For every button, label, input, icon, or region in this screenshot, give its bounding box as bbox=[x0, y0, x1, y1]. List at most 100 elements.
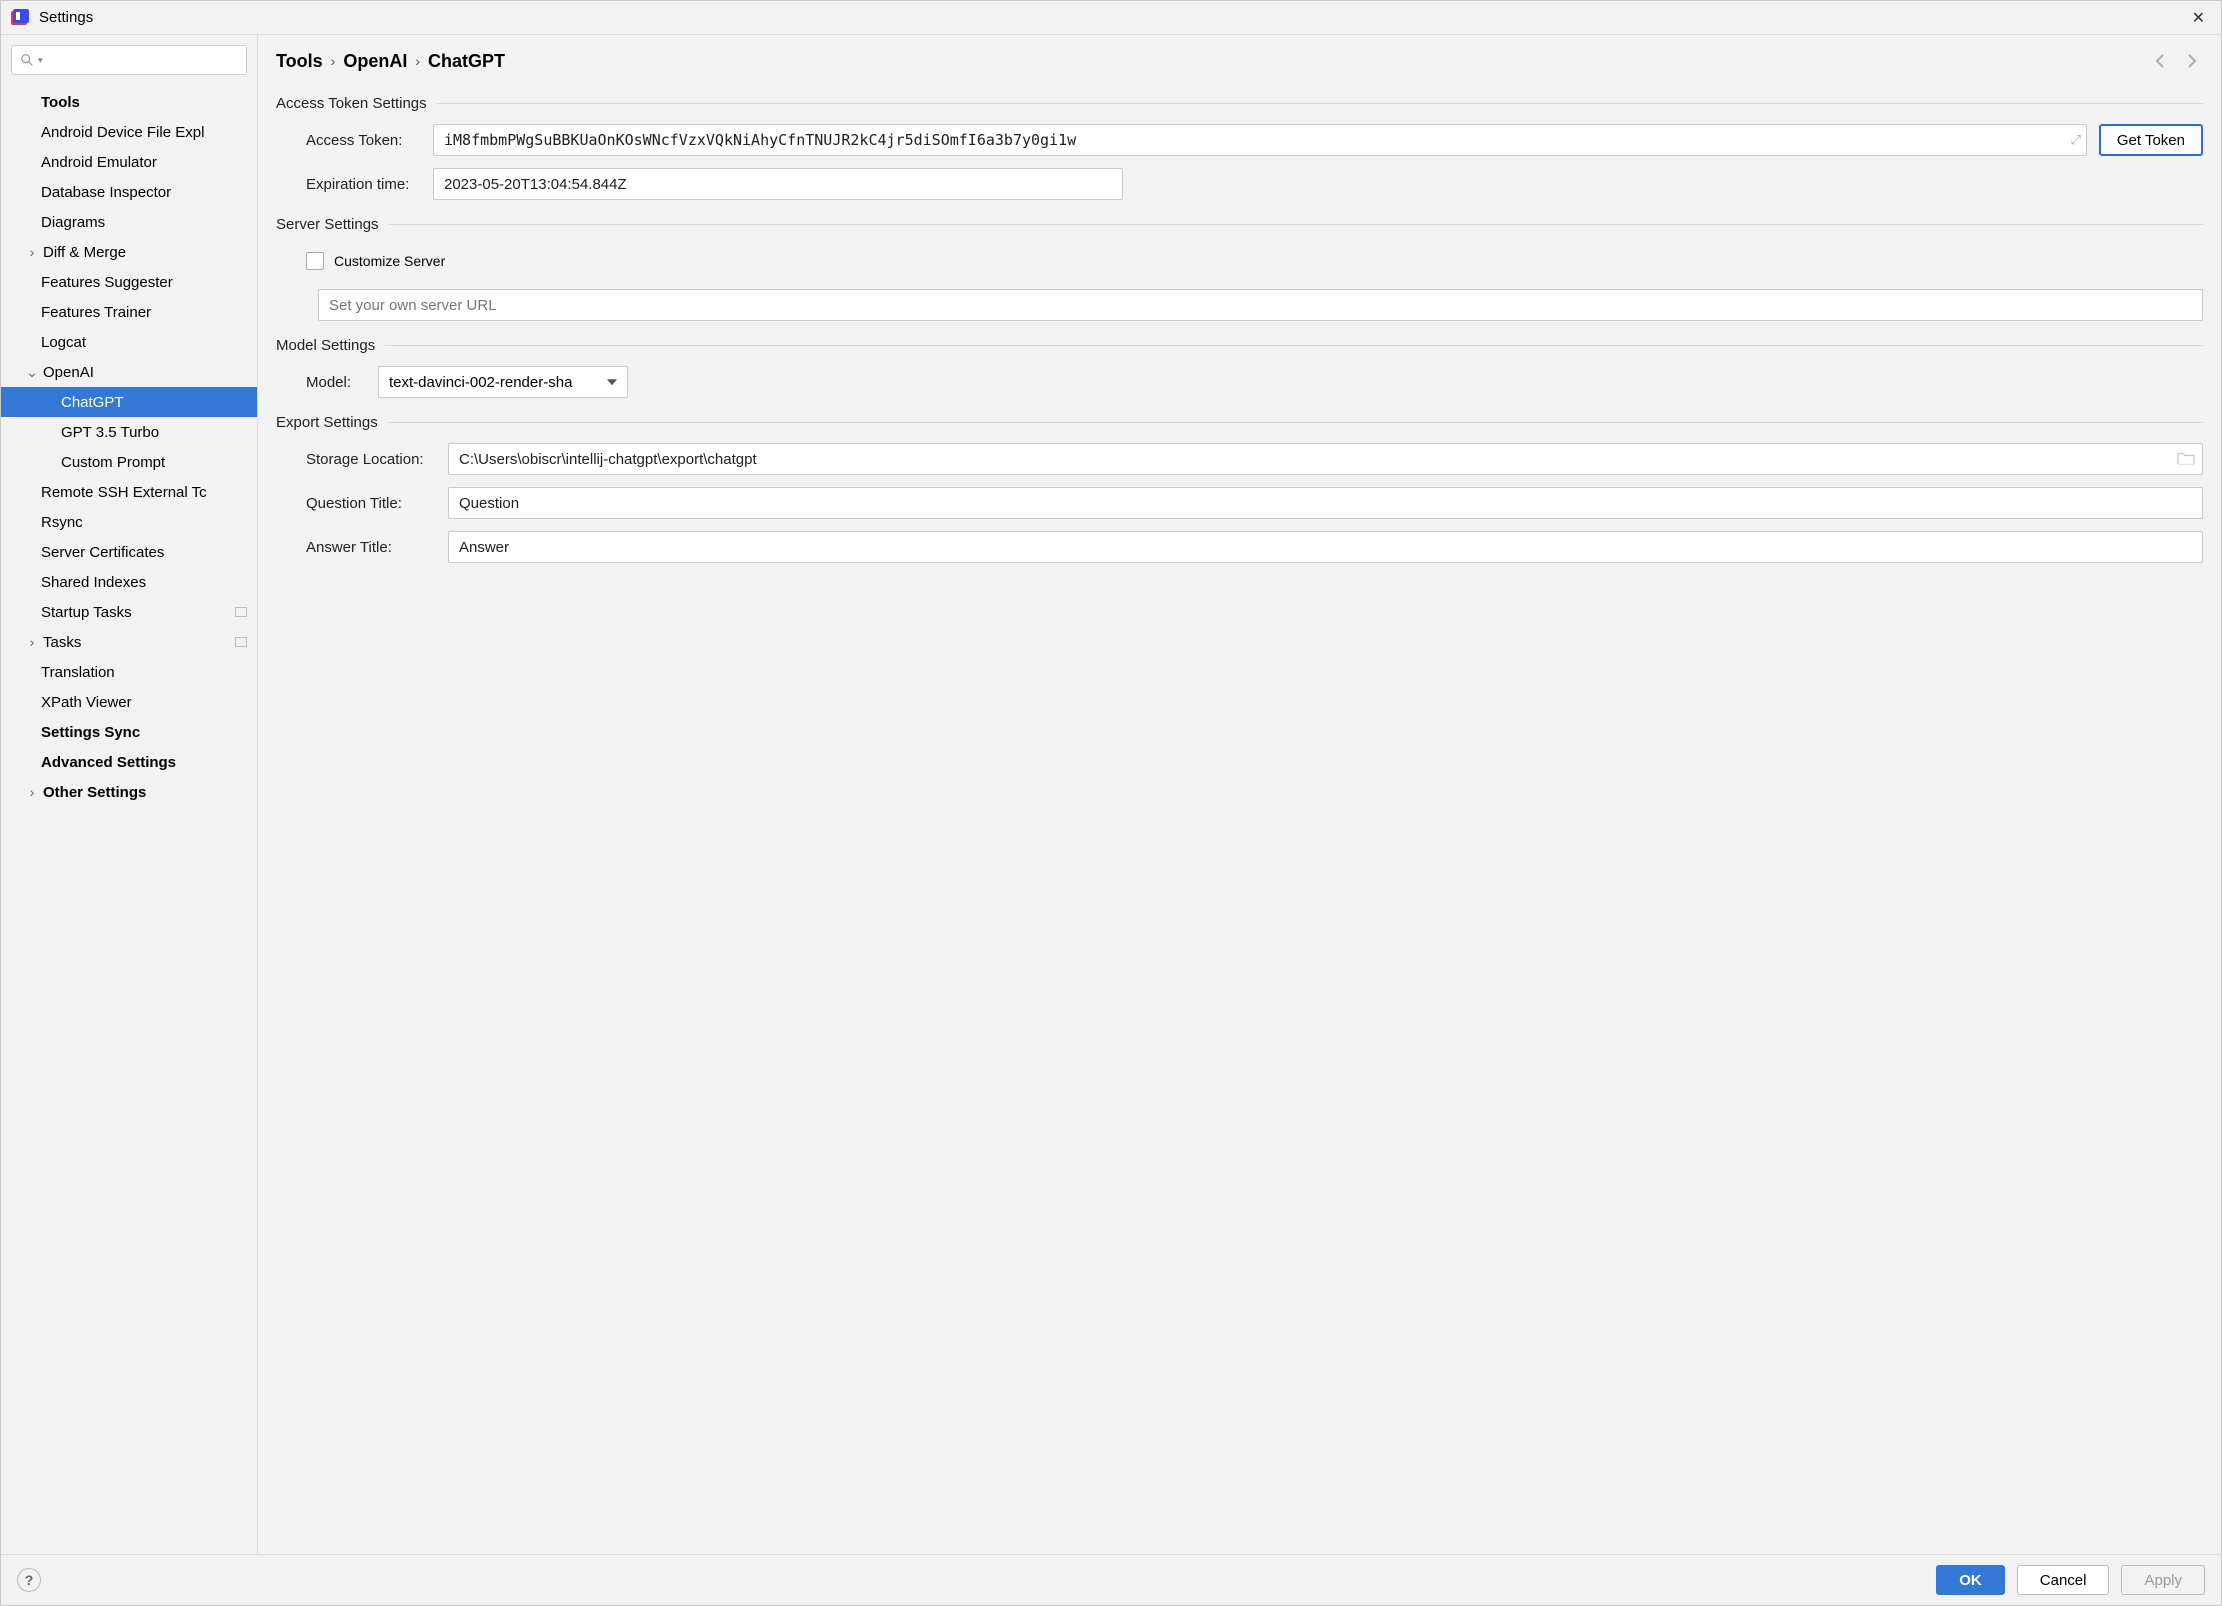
tree-item-label: Settings Sync bbox=[41, 724, 140, 741]
nav-forward-button[interactable] bbox=[2179, 49, 2203, 73]
tree-item[interactable]: Logcat bbox=[1, 327, 257, 357]
tree-item[interactable]: Tools bbox=[1, 87, 257, 117]
close-icon[interactable]: ✕ bbox=[2186, 4, 2211, 32]
get-token-button[interactable]: Get Token bbox=[2099, 124, 2203, 156]
dialog-footer: ? OK Cancel Apply bbox=[1, 1554, 2221, 1605]
chevron-down-icon[interactable]: ⌄ bbox=[25, 364, 39, 381]
model-select[interactable]: text-davinci-002-render-sha bbox=[378, 366, 628, 398]
tree-item[interactable]: Shared Indexes bbox=[1, 567, 257, 597]
project-scope-icon bbox=[235, 637, 247, 647]
tree-item[interactable]: Rsync bbox=[1, 507, 257, 537]
tree-item[interactable]: Custom Prompt bbox=[1, 447, 257, 477]
window-title: Settings bbox=[39, 9, 93, 26]
tree-item-label: Diff & Merge bbox=[43, 244, 126, 261]
tree-item-label: Custom Prompt bbox=[61, 454, 165, 471]
tree-item-label: Database Inspector bbox=[41, 184, 171, 201]
tree-item-label: GPT 3.5 Turbo bbox=[61, 424, 159, 441]
tree-item-label: Features Suggester bbox=[41, 274, 173, 291]
search-dropdown-icon: ▾ bbox=[38, 55, 43, 66]
breadcrumb-item[interactable]: ChatGPT bbox=[428, 51, 505, 72]
cancel-button[interactable]: Cancel bbox=[2017, 1565, 2110, 1595]
tree-item[interactable]: Translation bbox=[1, 657, 257, 687]
question-title-field[interactable] bbox=[448, 487, 2203, 519]
tree-item[interactable]: ›Diff & Merge bbox=[1, 237, 257, 267]
breadcrumb-item[interactable]: OpenAI bbox=[343, 51, 407, 72]
tree-item-label: Rsync bbox=[41, 514, 83, 531]
settings-tree[interactable]: Tools Android Device File Expl Android Emu… bbox=[1, 85, 257, 1554]
tree-item[interactable]: Server Certificates bbox=[1, 537, 257, 567]
expiration-field bbox=[433, 168, 1123, 200]
tree-item[interactable]: GPT 3.5 Turbo bbox=[1, 417, 257, 447]
tree-item-label: Android Emulator bbox=[41, 154, 157, 171]
breadcrumb-separator: › bbox=[415, 53, 420, 69]
tree-item[interactable]: ⌄OpenAI bbox=[1, 357, 257, 387]
tree-item-label: Advanced Settings bbox=[41, 754, 176, 771]
server-url-field bbox=[318, 289, 2203, 321]
main-panel: Tools › OpenAI › ChatGPT Access Token Se… bbox=[258, 35, 2221, 1554]
title-bar: Settings ✕ bbox=[1, 1, 2221, 35]
chevron-right-icon[interactable]: › bbox=[25, 244, 39, 260]
section-title: Export Settings bbox=[276, 414, 378, 431]
question-title-label: Question Title: bbox=[276, 495, 436, 512]
tree-item[interactable]: Settings Sync bbox=[1, 717, 257, 747]
nav-back-button[interactable] bbox=[2149, 49, 2173, 73]
chevron-right-icon[interactable]: › bbox=[25, 784, 39, 800]
folder-icon[interactable] bbox=[2177, 451, 2195, 468]
search-input[interactable]: ▾ bbox=[11, 45, 247, 75]
tree-item-label: Remote SSH External Tc bbox=[41, 484, 207, 501]
tree-item[interactable]: ›Other Settings bbox=[1, 777, 257, 807]
storage-location-field[interactable] bbox=[448, 443, 2203, 475]
answer-title-field[interactable] bbox=[448, 531, 2203, 563]
expiration-label: Expiration time: bbox=[276, 176, 421, 193]
storage-location-label: Storage Location: bbox=[276, 451, 436, 468]
tree-item-label: Logcat bbox=[41, 334, 86, 351]
tree-item-label: OpenAI bbox=[43, 364, 94, 381]
access-token-field[interactable] bbox=[433, 124, 2087, 156]
tree-item[interactable]: XPath Viewer bbox=[1, 687, 257, 717]
section-access-token: Access Token Settings bbox=[276, 95, 2203, 112]
access-token-label: Access Token: bbox=[276, 132, 421, 149]
checkbox-box[interactable] bbox=[306, 252, 324, 270]
tree-item[interactable]: Database Inspector bbox=[1, 177, 257, 207]
chevron-right-icon[interactable]: › bbox=[25, 634, 39, 650]
settings-window: Settings ✕ ▾ Tools Android Device File Ex… bbox=[0, 0, 2222, 1606]
tree-item[interactable]: ›Tasks bbox=[1, 627, 257, 657]
app-icon bbox=[11, 9, 29, 27]
tree-item-label: ChatGPT bbox=[61, 394, 124, 411]
section-title: Access Token Settings bbox=[276, 95, 427, 112]
apply-button: Apply bbox=[2121, 1565, 2205, 1595]
tree-item-label: Features Trainer bbox=[41, 304, 151, 321]
breadcrumb-separator: › bbox=[331, 53, 336, 69]
tree-item-label: Android Device File Expl bbox=[41, 124, 204, 141]
section-server: Server Settings bbox=[276, 216, 2203, 233]
tree-item[interactable]: Android Device File Expl bbox=[1, 117, 257, 147]
tree-item-label: Startup Tasks bbox=[41, 604, 132, 621]
tree-item-label: Other Settings bbox=[43, 784, 146, 801]
tree-item-label: Server Certificates bbox=[41, 544, 164, 561]
tree-item[interactable]: Features Trainer bbox=[1, 297, 257, 327]
section-model: Model Settings bbox=[276, 337, 2203, 354]
project-scope-icon bbox=[235, 607, 247, 617]
tree-item[interactable]: Startup Tasks bbox=[1, 597, 257, 627]
tree-item-label: Tools bbox=[41, 94, 80, 111]
tree-item[interactable]: Remote SSH External Tc bbox=[1, 477, 257, 507]
model-label: Model: bbox=[276, 374, 366, 391]
tree-item-label: XPath Viewer bbox=[41, 694, 132, 711]
section-title: Server Settings bbox=[276, 216, 379, 233]
sidebar: ▾ Tools Android Device File Expl Android E… bbox=[1, 35, 258, 1554]
breadcrumb-item[interactable]: Tools bbox=[276, 51, 323, 72]
section-title: Model Settings bbox=[276, 337, 375, 354]
help-button[interactable]: ? bbox=[17, 1568, 41, 1592]
ok-button[interactable]: OK bbox=[1936, 1565, 2005, 1595]
search-field[interactable] bbox=[47, 52, 238, 68]
customize-server-checkbox[interactable]: Customize Server bbox=[276, 252, 445, 270]
tree-item-label: Shared Indexes bbox=[41, 574, 146, 591]
tree-item[interactable]: Diagrams bbox=[1, 207, 257, 237]
answer-title-label: Answer Title: bbox=[276, 539, 436, 556]
tree-item-label: Translation bbox=[41, 664, 115, 681]
tree-item[interactable]: ChatGPT bbox=[1, 387, 257, 417]
expand-icon[interactable]: ⤢ bbox=[2070, 132, 2080, 148]
tree-item[interactable]: Features Suggester bbox=[1, 267, 257, 297]
tree-item[interactable]: Android Emulator bbox=[1, 147, 257, 177]
tree-item[interactable]: Advanced Settings bbox=[1, 747, 257, 777]
